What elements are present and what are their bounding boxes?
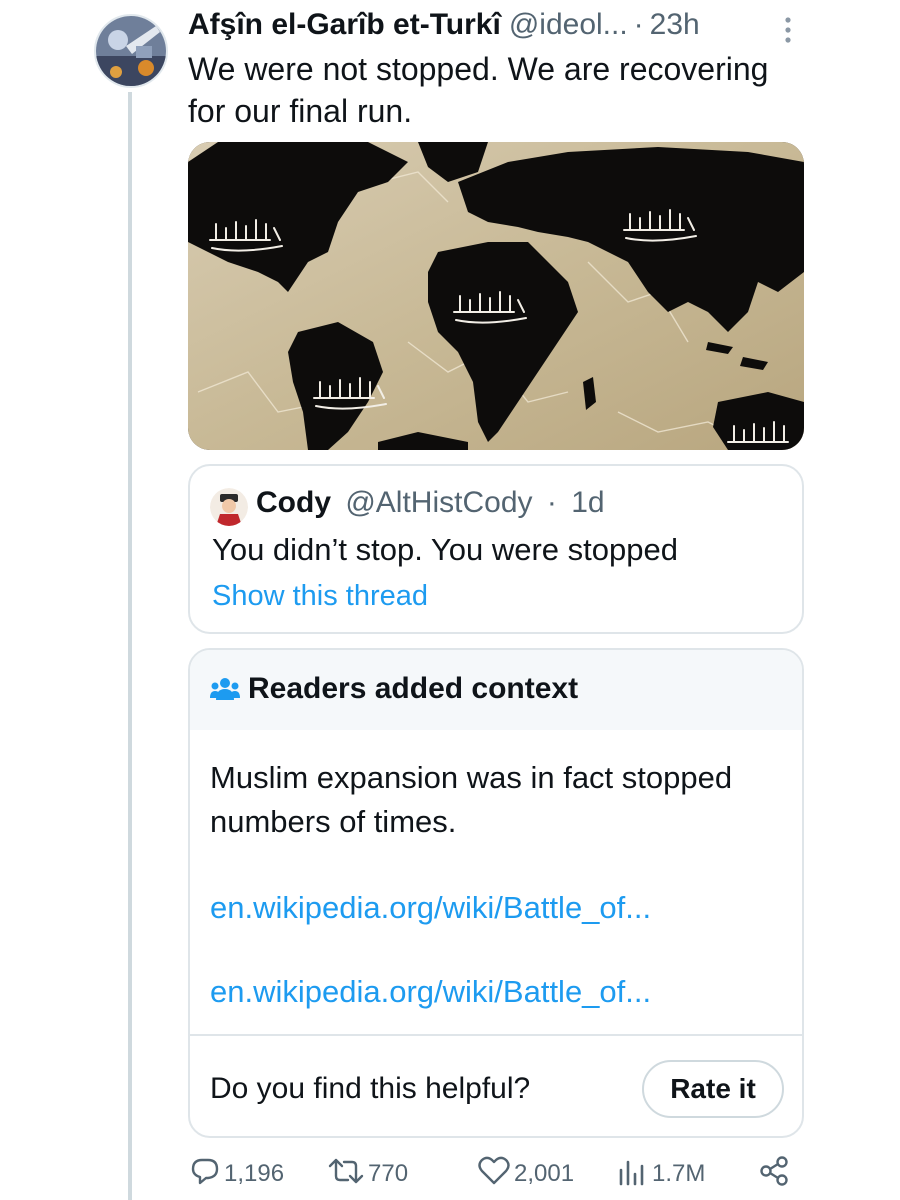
community-note-link-2[interactable]: en.wikipedia.org/wiki/Battle_of... [210, 974, 651, 1010]
tweet-header: Afşîn el-Garîb et-Turkî @ideol... · 23h [188, 8, 808, 48]
tweet-media-map-image[interactable] [188, 142, 804, 450]
helpful-question: Do you find this helpful? [210, 1072, 531, 1105]
quote-text: You didn’t stop. You were stopped [212, 532, 678, 567]
quote-author-handle[interactable]: @AltHistCody [345, 486, 532, 519]
community-note-link-1[interactable]: en.wikipedia.org/wiki/Battle_of... [210, 890, 651, 926]
heart-icon [478, 1156, 514, 1193]
thread-line [128, 92, 132, 1200]
community-note-header: Readers added context [190, 650, 802, 730]
like-button[interactable]: 2,001 [478, 1152, 574, 1196]
rate-it-button[interactable]: Rate it [642, 1060, 784, 1118]
quote-author-name[interactable]: Cody [256, 486, 331, 519]
community-note-divider [190, 1034, 802, 1036]
share-button[interactable] [758, 1152, 794, 1196]
author-avatar[interactable] [94, 14, 168, 88]
quote-timestamp[interactable]: 1d [571, 486, 604, 519]
retweet-button[interactable]: 770 [328, 1152, 408, 1196]
retweet-icon [328, 1156, 368, 1193]
author-name[interactable]: Afşîn el-Garîb et-Turkî [188, 8, 501, 42]
community-note-card: Readers added context Muslim expansion w… [188, 648, 804, 1138]
share-icon [758, 1155, 794, 1194]
community-note-title: Readers added context [248, 672, 579, 705]
reply-button[interactable]: 1,196 [190, 1152, 284, 1196]
quote-author-avatar[interactable] [210, 488, 248, 526]
tweet-text: We were not stopped. We are recovering f… [188, 51, 769, 129]
like-count: 2,001 [514, 1160, 575, 1187]
tweet-timestamp[interactable]: 23h [650, 8, 700, 42]
community-note-body: Muslim expansion was in fact stopped num… [210, 760, 733, 839]
more-vertical-icon[interactable] [780, 14, 796, 46]
views-button[interactable]: 1.7M [616, 1152, 705, 1196]
reply-icon [190, 1156, 224, 1193]
reply-count: 1,196 [224, 1160, 285, 1187]
author-handle[interactable]: @ideol... [509, 8, 628, 42]
views-icon [616, 1156, 652, 1193]
quoted-tweet-card[interactable]: Cody @AltHistCody · 1d You didn’t stop. … [188, 464, 804, 634]
retweet-count: 770 [368, 1160, 409, 1187]
views-count: 1.7M [652, 1160, 706, 1187]
people-icon [210, 676, 240, 702]
quote-separator: · [546, 486, 557, 519]
quote-header: Cody @AltHistCody · 1d [256, 486, 605, 520]
show-thread-link[interactable]: Show this thread [212, 580, 428, 613]
header-separator: · [633, 8, 644, 41]
tweet-action-bar: 1,196 770 2,001 1.7M [188, 1152, 804, 1196]
